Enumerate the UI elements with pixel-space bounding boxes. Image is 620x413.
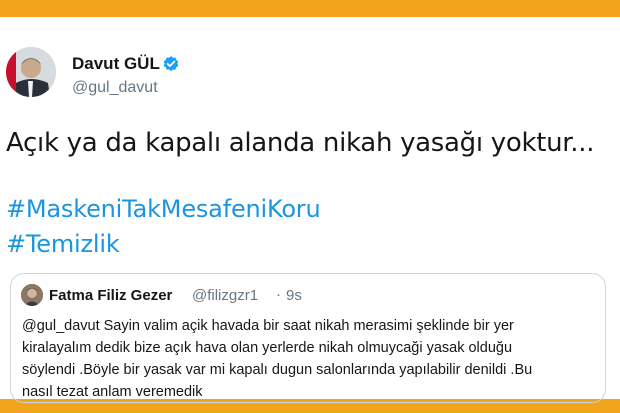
author-avatar[interactable]	[6, 47, 56, 97]
tweet-card: Davut GÜL @gul_davut Açık ya da kapalı a…	[0, 17, 620, 403]
quoted-text-line: nasıl tezat anlam veremedik	[22, 384, 203, 400]
quoted-timestamp[interactable]: 9s	[286, 287, 302, 304]
quoted-tweet[interactable]: Fatma Filiz Gezer @filizgzr1 · 9s @gul_d…	[10, 273, 606, 403]
tweet-text: Açık ya da kapalı alanda nikah yasağı yo…	[6, 128, 595, 158]
hashtag-link[interactable]: #MaskeniTakMesafeniKoru	[6, 195, 321, 223]
separator-dot: ·	[276, 286, 281, 303]
quoted-text-line: @gul_davut Sayin valim açik havada bir s…	[22, 318, 514, 334]
quoted-author-avatar[interactable]	[21, 284, 43, 306]
author-display-name[interactable]: Davut GÜL	[72, 54, 160, 74]
quoted-text: @gul_davut Sayin valim açik havada bir s…	[22, 315, 602, 403]
profile-photo-icon	[6, 47, 56, 97]
quoted-handle[interactable]: @filizgzr1	[192, 287, 258, 304]
quoted-text-line: söylendi .Böyle bir yasak var mi kapalı …	[22, 362, 533, 378]
quoted-text-line: kiralayalım dedik bize açık hava olan ye…	[22, 340, 513, 356]
verified-badge-icon	[163, 56, 179, 72]
hashtag-link[interactable]: #Temizlik	[6, 230, 120, 258]
author-handle[interactable]: @gul_davut	[72, 79, 158, 97]
profile-photo-icon	[21, 284, 43, 306]
quoted-display-name[interactable]: Fatma Filiz Gezer	[49, 287, 172, 304]
